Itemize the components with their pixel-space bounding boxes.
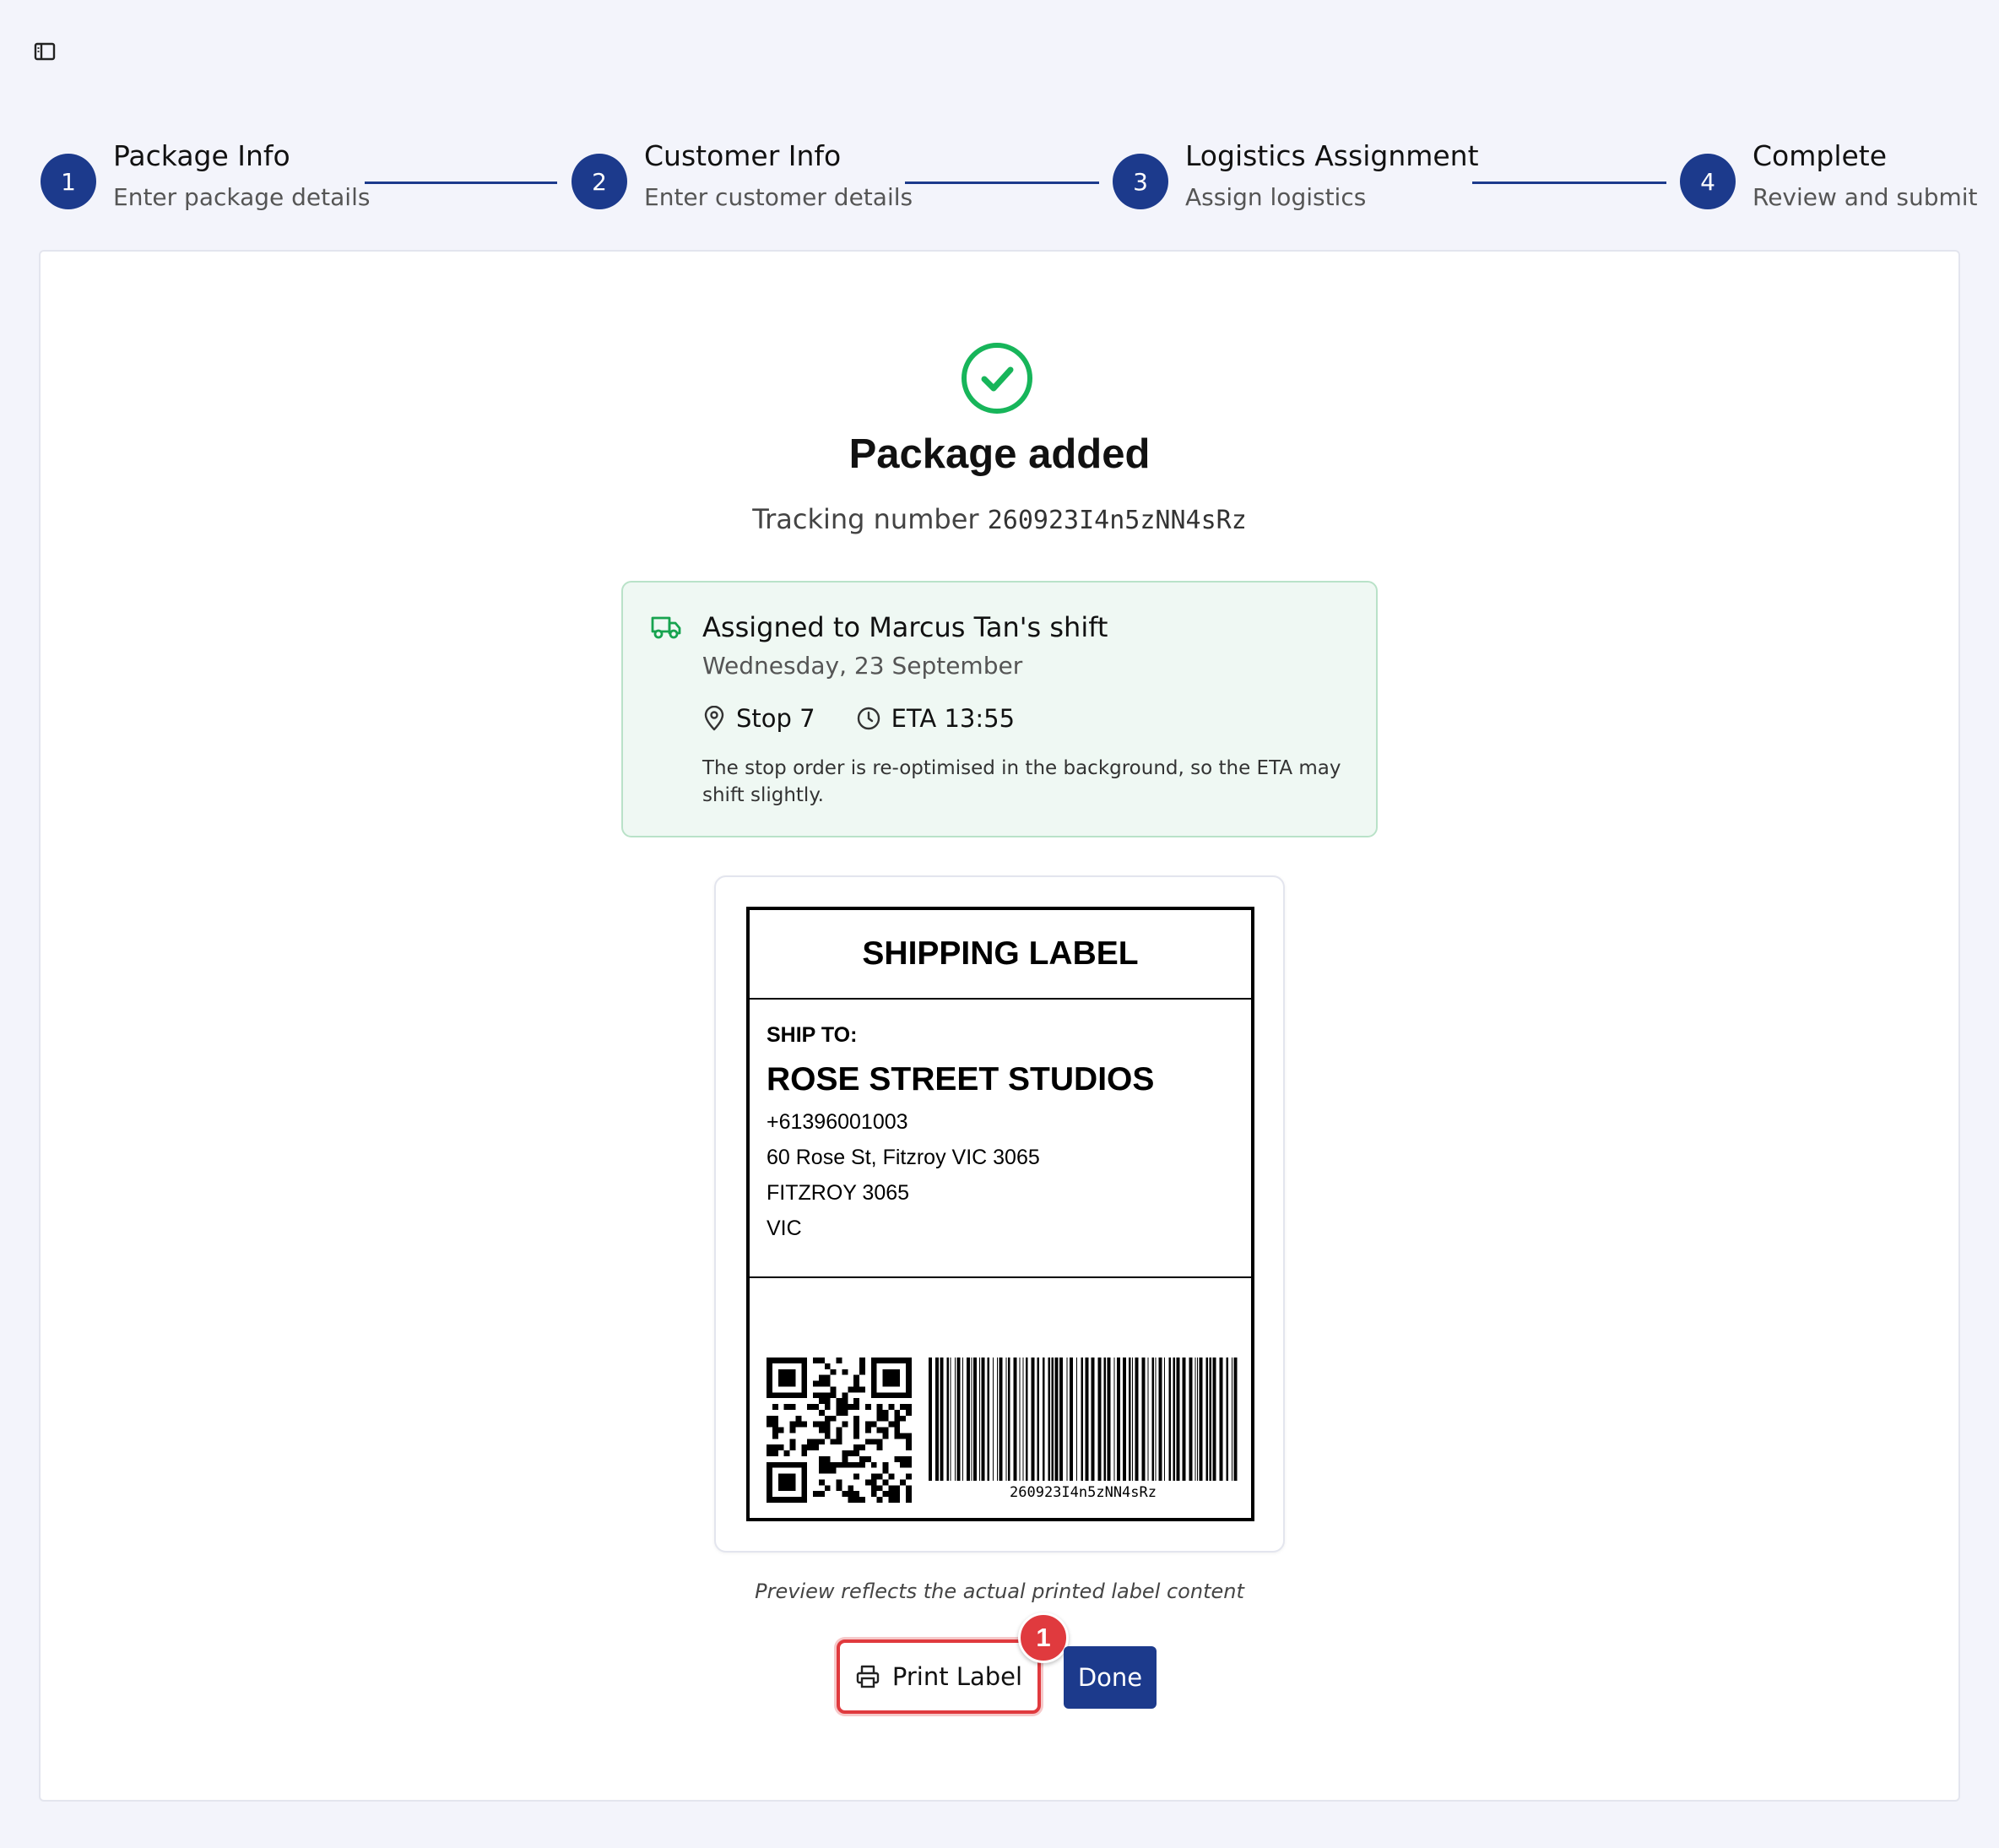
truck-icon bbox=[651, 616, 681, 639]
tracking-number-line: Tracking number 260923I4n5zNN4sRz bbox=[0, 503, 1999, 535]
page-title: Package added bbox=[848, 431, 1151, 477]
eta-value: ETA 13:55 bbox=[891, 704, 1016, 733]
barcode-number: 260923I4n5zNN4sRz bbox=[1010, 1484, 1157, 1501]
step-number: 2 bbox=[572, 154, 627, 209]
step-description: Enter package details bbox=[113, 182, 371, 211]
step-number: 4 bbox=[1680, 154, 1736, 209]
assignment-meta: Stop 7 ETA 13:55 bbox=[702, 704, 1055, 733]
sidebar-toggle-button[interactable] bbox=[32, 41, 57, 62]
stop-number: Stop 7 bbox=[736, 704, 815, 733]
tracking-number: 260923I4n5zNN4sRz bbox=[987, 506, 1247, 535]
assignment-date: Wednesday, 23 September bbox=[702, 652, 1023, 680]
clock-icon bbox=[857, 707, 880, 730]
preview-caption: Preview reflects the actual printed labe… bbox=[755, 1580, 1244, 1603]
assignment-title: Assigned to Marcus Tan's shift bbox=[702, 611, 1108, 643]
map-pin-icon bbox=[704, 706, 724, 731]
ship-to-section: SHIP TO: ROSE STREET STUDIOS +6139600100… bbox=[750, 1000, 1251, 1278]
recipient-city-postcode: FITZROY 3065 bbox=[767, 1181, 910, 1205]
shipping-label: SHIPPING LABEL SHIP TO: ROSE STREET STUD… bbox=[746, 907, 1254, 1521]
step-logistics-assignment[interactable]: 3 Logistics Assignment Assign logistics bbox=[1113, 139, 1479, 211]
qr-code bbox=[767, 1358, 912, 1503]
assignment-info-box: Assigned to Marcus Tan's shift Wednesday… bbox=[621, 581, 1378, 837]
print-label-text: Print Label bbox=[891, 1662, 1023, 1691]
annotation-marker: 1 bbox=[1018, 1612, 1069, 1663]
step-description: Enter customer details bbox=[644, 182, 913, 211]
recipient-state: VIC bbox=[767, 1217, 802, 1240]
sidebar-toggle-icon bbox=[34, 42, 56, 61]
assignment-note: The stop order is re-optimised in the ba… bbox=[702, 757, 1341, 806]
print-label-button[interactable]: Print Label bbox=[837, 1639, 1041, 1714]
step-description: Assign logistics bbox=[1185, 182, 1367, 211]
ship-to-caption: SHIP TO: bbox=[767, 1023, 858, 1047]
recipient-address: 60 Rose St, Fitzroy VIC 3065 bbox=[767, 1146, 1040, 1169]
step-title: Complete bbox=[1753, 139, 1888, 172]
label-preview: SHIPPING LABEL SHIP TO: ROSE STREET STUD… bbox=[714, 875, 1285, 1553]
codes-section: 260923I4n5zNN4sRz bbox=[750, 1278, 1251, 1518]
printer-icon bbox=[856, 1665, 880, 1688]
step-title: Package Info bbox=[113, 139, 290, 172]
step-package-info[interactable]: 1 Package Info Enter package details bbox=[41, 139, 370, 211]
tracking-label: Tracking number bbox=[752, 503, 979, 535]
step-complete[interactable]: 4 Complete Review and submit bbox=[1680, 139, 1978, 211]
recipient-name: ROSE STREET STUDIOS bbox=[767, 1061, 1155, 1097]
step-customer-info[interactable]: 2 Customer Info Enter customer details bbox=[572, 139, 913, 211]
recipient-phone: +61396001003 bbox=[767, 1110, 908, 1134]
step-title: Customer Info bbox=[644, 139, 842, 172]
done-button[interactable]: Done bbox=[1064, 1646, 1157, 1709]
check-circle-icon bbox=[962, 343, 1032, 414]
step-title: Logistics Assignment bbox=[1185, 139, 1479, 172]
label-header: SHIPPING LABEL bbox=[750, 910, 1251, 1000]
step-number: 1 bbox=[41, 154, 96, 209]
stop-info: Stop 7 bbox=[702, 704, 815, 733]
step-connector bbox=[905, 182, 1099, 184]
step-description: Review and submit bbox=[1753, 182, 1978, 211]
progress-stepper: 1 Package Info Enter package details 2 C… bbox=[0, 139, 1999, 232]
barcode bbox=[929, 1358, 1238, 1481]
step-connector bbox=[1472, 182, 1666, 184]
step-number: 3 bbox=[1113, 154, 1168, 209]
eta-info: ETA 13:55 bbox=[856, 704, 1015, 733]
step-connector bbox=[365, 182, 557, 184]
